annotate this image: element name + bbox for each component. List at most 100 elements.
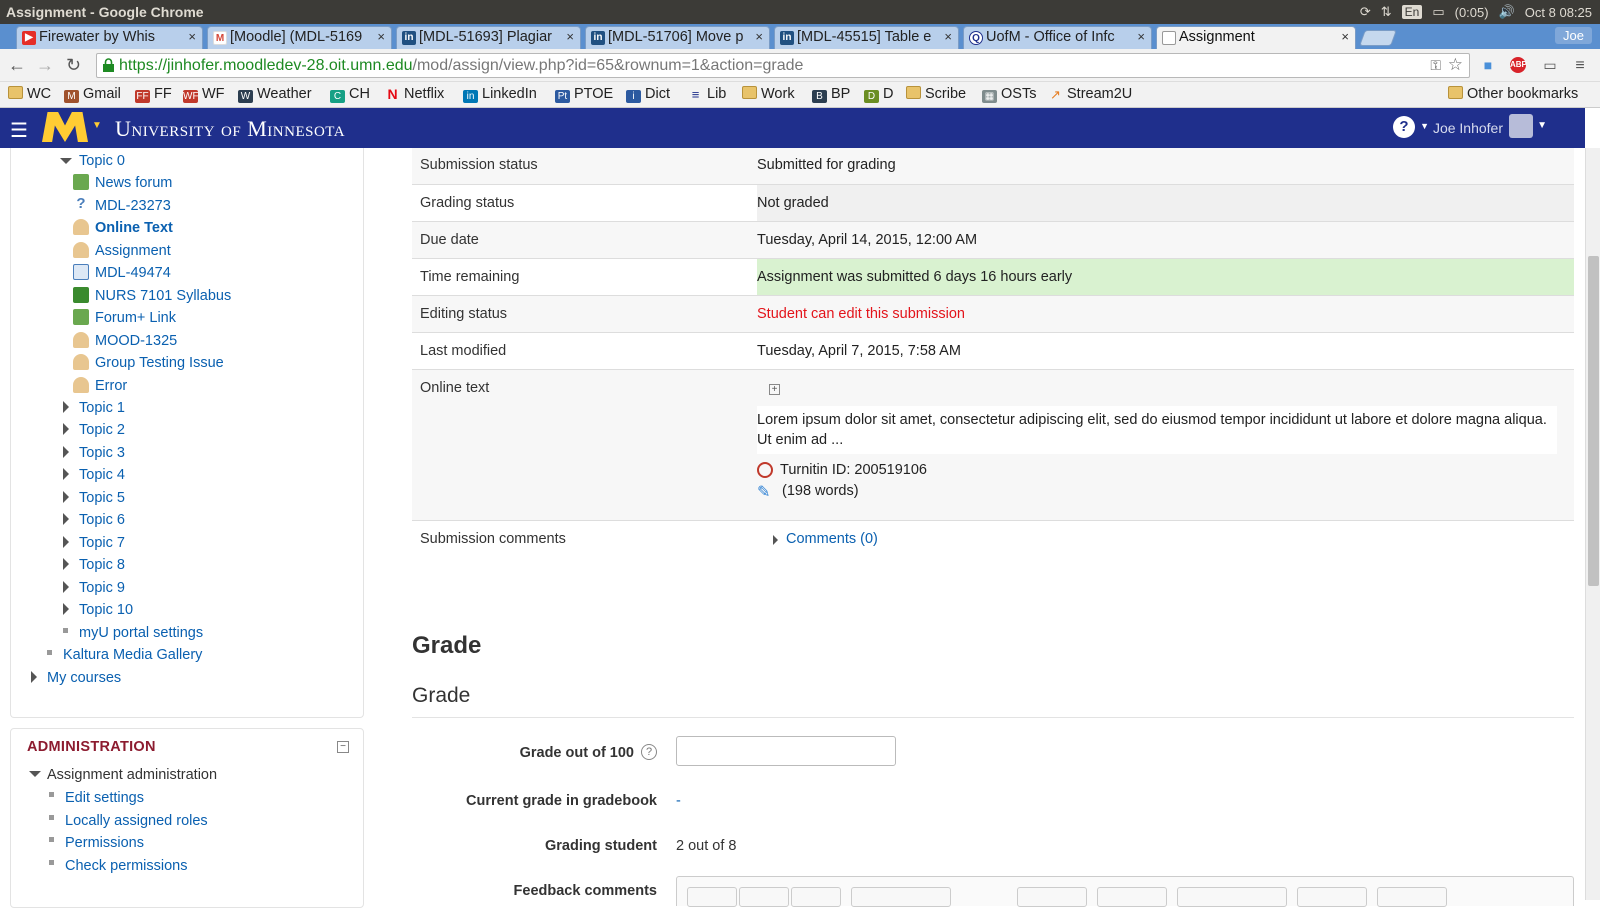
nav-topic-4[interactable]: Topic 4 [79, 467, 125, 483]
nav-topic-1[interactable]: Topic 1 [79, 400, 125, 416]
media-buttons[interactable] [1377, 887, 1447, 907]
nav-mdl-49474[interactable]: MDL-49474 [95, 265, 171, 281]
nav-mood-1325[interactable]: MOOD-1325 [95, 333, 177, 349]
sync-icon[interactable]: ⟳ [1360, 4, 1371, 20]
help-icon[interactable]: ? [641, 744, 657, 760]
cast-icon[interactable]: ▭ [1542, 57, 1558, 73]
other-bookmarks[interactable]: Other bookmarks [1448, 86, 1578, 102]
expand-icon[interactable] [63, 581, 69, 593]
turnitin-icon[interactable] [757, 462, 773, 478]
expand-icon[interactable] [63, 536, 69, 548]
admin-check-permissions[interactable]: Check permissions [65, 858, 188, 874]
nav-mdl-23273[interactable]: MDL-23273 [95, 198, 171, 214]
comments-link[interactable]: Comments (0) [786, 531, 878, 547]
pencil-icon[interactable]: ✎ [757, 482, 770, 502]
nav-forum-plus-link[interactable]: Forum+ Link [95, 310, 176, 326]
nav-news-forum[interactable]: News forum [95, 175, 172, 191]
admin-permissions[interactable]: Permissions [65, 835, 144, 851]
nav-topic-9[interactable]: Topic 9 [79, 580, 125, 596]
nav-topic-6[interactable]: Topic 6 [79, 512, 125, 528]
grade-input[interactable] [676, 736, 896, 766]
volume-icon[interactable]: 🔊 [1499, 4, 1515, 20]
bookmark-netflix[interactable]: N Netflix [385, 86, 444, 102]
nav-topic-10[interactable]: Topic 10 [79, 602, 133, 618]
nav-topic-8[interactable]: Topic 8 [79, 557, 125, 573]
close-tab-icon[interactable]: × [377, 29, 385, 44]
page-scrollbar[interactable] [1585, 148, 1600, 900]
bookmark-bp[interactable]: B BP [812, 86, 850, 103]
umn-logo[interactable] [42, 112, 88, 142]
expand-icon[interactable] [773, 535, 778, 545]
expand-icon[interactable] [60, 158, 72, 164]
current-grade-value[interactable]: - [676, 793, 681, 809]
network-icon[interactable]: ⇅ [1381, 4, 1392, 20]
close-tab-icon[interactable]: × [755, 29, 763, 44]
keyboard-lang[interactable]: En [1401, 5, 1423, 19]
close-tab-icon[interactable]: × [1137, 29, 1145, 44]
align-buttons[interactable] [1177, 887, 1287, 907]
bookmark-ch[interactable]: C CH [330, 86, 370, 103]
profile-button[interactable]: Joe [1555, 27, 1592, 44]
font-size-button[interactable] [739, 887, 789, 907]
tab-mdl-51693[interactable]: in [MDL-51693] Plagiar × [396, 26, 581, 49]
nav-topic-2[interactable]: Topic 2 [79, 422, 125, 438]
nav-topic-0[interactable]: Topic 0 [79, 153, 125, 169]
bookmark-osts[interactable]: ▦ OSTs [982, 86, 1036, 103]
expand-icon[interactable] [63, 491, 69, 503]
expand-icon[interactable]: + [769, 384, 780, 395]
expand-icon[interactable] [63, 558, 69, 570]
battery-icon[interactable]: ▭ [1432, 4, 1444, 20]
bookmark-stream2u[interactable]: ↗ Stream2U [1048, 86, 1132, 102]
reload-icon[interactable]: ↻ [66, 55, 81, 76]
back-icon[interactable]: ← [8, 55, 26, 76]
close-tab-icon[interactable]: × [188, 29, 196, 44]
close-tab-icon[interactable]: × [1341, 29, 1349, 44]
chevron-down-icon[interactable]: ▼ [1420, 121, 1429, 131]
tab-firewater[interactable]: ▶ Firewater by Whis × [16, 26, 203, 49]
expand-icon[interactable] [31, 671, 37, 683]
chevron-down-icon[interactable]: ▼ [92, 120, 102, 131]
menu-icon[interactable]: ≡ [1572, 57, 1588, 74]
nav-assignment[interactable]: Assignment [95, 243, 171, 259]
tab-mdl-51706[interactable]: in [MDL-51706] Move p × [585, 26, 770, 49]
admin-edit-settings[interactable]: Edit settings [65, 790, 144, 806]
nav-nurs-7101-syllabus[interactable]: NURS 7101 Syllabus [95, 288, 231, 304]
bookmark-gmail[interactable]: M Gmail [64, 86, 121, 103]
nav-topic-7[interactable]: Topic 7 [79, 535, 125, 551]
expand-icon[interactable] [63, 468, 69, 480]
bookmark-wc[interactable]: WC [8, 86, 51, 102]
adblock-icon[interactable]: ABP [1510, 57, 1527, 73]
list-buttons[interactable] [1017, 887, 1087, 907]
avatar[interactable] [1509, 114, 1533, 138]
tab-mdl-45515[interactable]: in [MDL-45515] Table e × [774, 26, 959, 49]
bookmark-wf[interactable]: WF WF [183, 86, 225, 103]
expand-icon[interactable] [29, 771, 41, 777]
nav-topic-5[interactable]: Topic 5 [79, 490, 125, 506]
close-tab-icon[interactable]: × [944, 29, 952, 44]
font-family-button[interactable] [687, 887, 737, 907]
address-bar[interactable]: https://jinhofer.moodledev-28.oit.umn.ed… [96, 53, 1470, 78]
scrollbar-thumb[interactable] [1588, 256, 1599, 586]
indent-buttons[interactable] [1297, 887, 1367, 907]
expand-icon[interactable] [63, 513, 69, 525]
clock[interactable]: Oct 8 08:25 [1525, 5, 1592, 20]
bookmark-ff[interactable]: FF FF [135, 86, 172, 103]
bookmark-work[interactable]: Work [742, 86, 795, 102]
user-name[interactable]: Joe Inhofer [1433, 120, 1503, 136]
chevron-down-icon[interactable]: ▼ [1537, 120, 1547, 131]
bookmark-star-icon[interactable]: ☆ [1448, 55, 1463, 75]
expand-icon[interactable] [63, 423, 69, 435]
nav-online-text[interactable]: Online Text [95, 220, 173, 236]
site-name[interactable]: University of Minnesota [115, 116, 345, 142]
tab-gmail[interactable]: M [Moodle] (MDL-5169 × [207, 26, 392, 49]
expand-icon[interactable] [63, 603, 69, 615]
tab-uofm-oit[interactable]: Q UofM - Office of Infc × [963, 26, 1152, 49]
assignment-administration[interactable]: Assignment administration [47, 767, 217, 783]
nav-myu-portal-settings[interactable]: myU portal settings [79, 625, 203, 641]
new-tab-button[interactable] [1359, 30, 1397, 46]
nav-my-courses[interactable]: My courses [47, 670, 121, 686]
bookmark-lib[interactable]: ≡ Lib [688, 86, 727, 102]
bookmark-scribe[interactable]: Scribe [906, 86, 966, 102]
bookmark-weather[interactable]: W Weather [238, 86, 312, 103]
help-icon[interactable]: ? [1393, 116, 1415, 138]
